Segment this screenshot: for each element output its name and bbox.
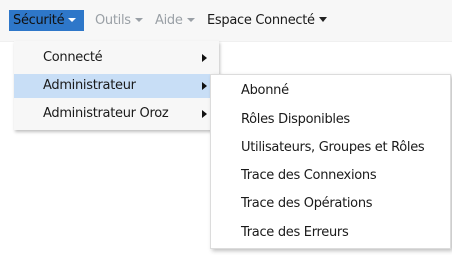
- submenu-item-trace-operations[interactable]: Trace des Opérations: [211, 191, 450, 217]
- submenu-arrow-icon: [202, 54, 207, 62]
- submenu-item-roles-disponibles[interactable]: Rôles Disponibles: [211, 107, 450, 133]
- chevron-down-icon: [134, 17, 143, 22]
- chevron-down-icon: [68, 17, 77, 22]
- submenu-item-trace-erreurs[interactable]: Trace des Erreurs: [211, 220, 450, 246]
- application-window: Sécurité Outils Aide Espace Connecté Con…: [0, 0, 452, 255]
- securite-dropdown: Connecté Administrateur Administrateur O…: [14, 41, 219, 130]
- submenu-item-abonne[interactable]: Abonné: [211, 78, 450, 104]
- menu-aide-label: Aide: [155, 13, 183, 28]
- menu-item-label: Administrateur Oroz: [43, 106, 169, 121]
- menu-espace-connecte-label: Espace Connecté: [207, 13, 315, 28]
- submenu-item-utilisateurs-groupes-roles[interactable]: Utilisateurs, Groupes et Rôles: [211, 135, 450, 161]
- submenu-arrow-icon: [202, 82, 207, 90]
- menu-aide[interactable]: Aide: [155, 10, 195, 31]
- top-menubar: Sécurité Outils Aide Espace Connecté: [0, 0, 452, 42]
- menu-espace-connecte[interactable]: Espace Connecté: [207, 10, 327, 31]
- menu-securite[interactable]: Sécurité: [9, 10, 84, 31]
- submenu-item-trace-connexions[interactable]: Trace des Connexions: [211, 163, 450, 189]
- submenu-arrow-icon: [202, 110, 207, 118]
- menu-outils-label: Outils: [95, 13, 131, 28]
- menu-item-label: Connecté: [43, 50, 103, 65]
- menu-item-administrateur[interactable]: Administrateur: [14, 74, 219, 98]
- chevron-down-icon: [318, 17, 327, 22]
- menu-item-connecte[interactable]: Connecté: [14, 46, 219, 70]
- administrateur-submenu: Abonné Rôles Disponibles Utilisateurs, G…: [210, 74, 451, 249]
- menu-outils[interactable]: Outils: [95, 10, 143, 31]
- chevron-down-icon: [186, 17, 195, 22]
- menu-item-label: Administrateur: [43, 78, 136, 93]
- menu-item-administrateur-oroz[interactable]: Administrateur Oroz: [14, 102, 219, 126]
- menu-securite-label: Sécurité: [13, 13, 65, 28]
